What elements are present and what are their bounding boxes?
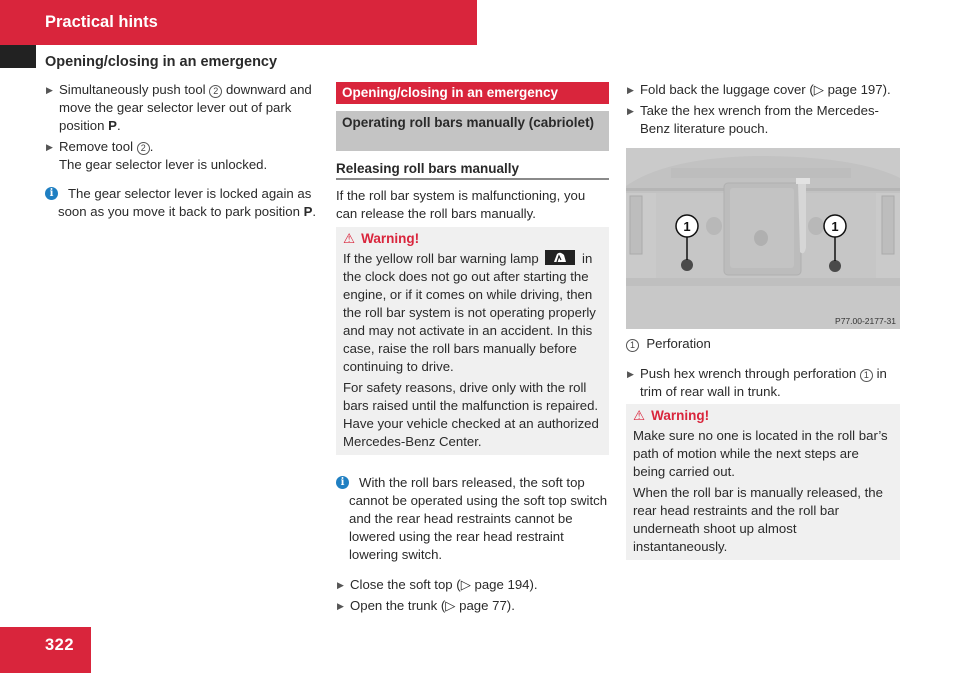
warning-triangle-icon: ⚠ [633, 408, 646, 423]
info-icon: i [336, 476, 349, 489]
page-ref-icon: ▷ [460, 577, 471, 592]
step-open-trunk: ▶ Open the trunk (▷ page 77). [337, 598, 515, 613]
column-1: ▶ Simultaneously push tool 2 downward an… [45, 81, 320, 221]
step-arrow-icon: ▶ [627, 369, 634, 379]
section-heading-gray: Operating roll bars manually (cabriolet) [336, 111, 609, 151]
figure-code: P77.00-2177-31 [835, 316, 896, 326]
info-note: i With the roll bars released, the soft … [336, 474, 609, 564]
warning-box: ⚠ Warning! If the yellow roll bar warning… [336, 227, 609, 455]
callout-ref: 2 [209, 85, 223, 98]
step-arrow-icon: ▶ [46, 142, 53, 152]
info-icon: i [45, 187, 58, 200]
step-result: The gear selector lever is unlocked. [59, 157, 268, 172]
page-ref-icon: ▷ [445, 598, 456, 613]
callout-1-left: 1 [675, 214, 699, 238]
page-number: 322 [45, 636, 75, 654]
trunk-illustration: 1 1 [626, 148, 900, 329]
info-note: i The gear selector lever is locked agai… [45, 185, 320, 221]
column-3: ▶ Fold back the luggage cover (▷ page 19… [626, 81, 900, 560]
page-ref-icon: ▷ [813, 82, 824, 97]
warning-paragraph: If the yellow roll bar warning lamp in t… [343, 250, 596, 374]
warning-paragraph: Make sure no one is located in the roll … [633, 428, 888, 479]
callout-ref: 2 [136, 142, 150, 155]
page-link[interactable]: page 197 [824, 82, 883, 97]
subheading: Releasing roll bars manually [336, 160, 609, 180]
page-link[interactable]: page 77 [455, 598, 507, 613]
section-heading-red: Opening/closing in an emergency [336, 82, 609, 104]
callout-ref: 1 [626, 339, 639, 352]
warning-triangle-icon: ⚠ [343, 231, 356, 246]
step-push-hex-wrench: ▶ Push hex wrench through perforation 1 … [627, 366, 887, 399]
svg-text:1: 1 [831, 219, 838, 234]
warning-paragraph: For safety reasons, drive only with the … [343, 380, 599, 449]
step-arrow-icon: ▶ [337, 580, 344, 590]
step-arrow-icon: ▶ [627, 85, 634, 95]
step-arrow-icon: ▶ [46, 85, 53, 95]
step-push-tool: ▶ Simultaneously push tool 2 downward an… [46, 82, 312, 133]
figure-caption: 1 Perforation [626, 335, 900, 353]
step-remove-tool: ▶ Remove tool 2. The gear selector lever… [45, 138, 320, 174]
callout-ref: 1 [859, 369, 873, 382]
step-fold-luggage-cover: ▶ Fold back the luggage cover (▷ page 19… [627, 82, 891, 97]
warning-paragraph: When the roll bar is manually released, … [633, 485, 883, 554]
trunk-rear-wall-figure: 1 1 P77.00-2177-31 [626, 148, 900, 329]
step-arrow-icon: ▶ [337, 601, 344, 611]
warning-box: ⚠ Warning! Make sure no one is located in… [626, 404, 900, 560]
page-link[interactable]: page 194 [471, 577, 530, 592]
callout-1-right: 1 [823, 214, 847, 238]
step-close-soft-top: ▶ Close the soft top (▷ page 194). [337, 577, 538, 592]
svg-text:1: 1 [683, 219, 690, 234]
step-take-hex-wrench: ▶ Take the hex wrench from the Mercedes-… [627, 103, 879, 136]
warning-heading: ⚠ Warning! [633, 408, 710, 423]
intro-paragraph: If the roll bar system is malfunctioning… [336, 188, 586, 221]
column-2: Opening/closing in an emergency Operatin… [336, 82, 609, 618]
chapter-title: Practical hints [45, 13, 158, 31]
warning-heading: ⚠ Warning! [343, 231, 420, 246]
roll-bar-warning-lamp-icon [545, 250, 576, 265]
section-title: Opening/closing in an emergency [45, 54, 278, 70]
step-arrow-icon: ▶ [627, 106, 634, 116]
section-marker [0, 45, 36, 68]
